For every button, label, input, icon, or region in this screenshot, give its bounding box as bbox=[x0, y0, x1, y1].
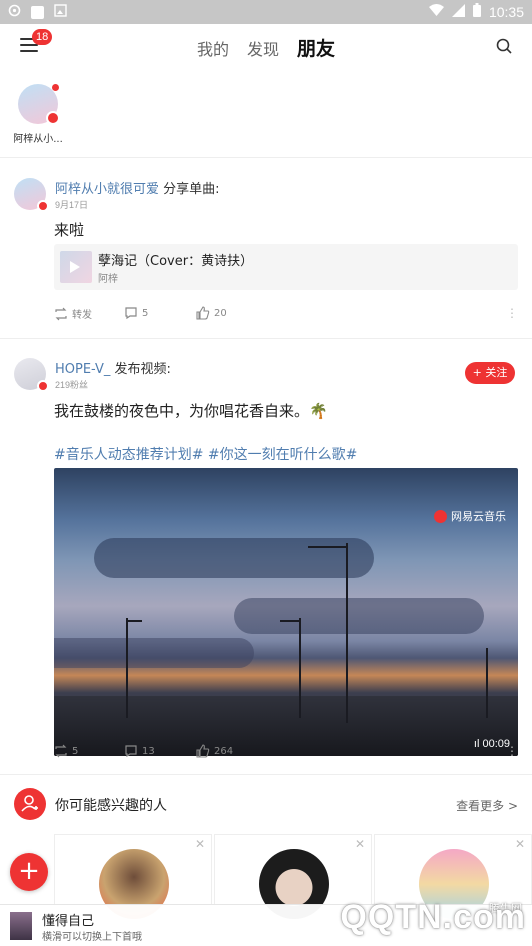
comment-count: 5 bbox=[142, 307, 149, 319]
video-watermark: 网易云音乐 bbox=[434, 508, 506, 524]
close-icon[interactable]: ✕ bbox=[355, 837, 365, 851]
post-author[interactable]: HOPE-V_ 发布视频: bbox=[55, 358, 171, 377]
battery-icon bbox=[472, 3, 481, 21]
netease-notification-icon bbox=[8, 4, 21, 21]
play-icon[interactable] bbox=[70, 261, 80, 273]
post-action-text: 发布视频: bbox=[110, 362, 171, 377]
player-song-title: 懂得自己 bbox=[42, 914, 95, 929]
comment-icon bbox=[125, 745, 137, 758]
follow-button[interactable]: + 关注 bbox=[465, 362, 515, 384]
search-icon[interactable] bbox=[496, 38, 512, 54]
video-lamp-pole bbox=[346, 543, 348, 723]
wifi-icon bbox=[428, 3, 444, 21]
like-button[interactable]: 264 bbox=[196, 744, 233, 758]
video-player[interactable]: 网易云音乐 ıl 00:09 bbox=[54, 468, 518, 756]
netease-logo-icon bbox=[434, 509, 447, 523]
post-text: 我在鼓楼的夜色中，为你唱花香自来。🌴 bbox=[54, 402, 328, 420]
recommend-title: 你可能感兴趣的人 bbox=[55, 798, 167, 814]
top-navigation: 18 我的 发现 朋友 bbox=[0, 24, 532, 68]
thumbs-up-icon bbox=[196, 744, 210, 758]
comment-button[interactable]: 13 bbox=[124, 744, 155, 758]
repost-label: 转发 bbox=[72, 310, 92, 321]
video-lamp-arm bbox=[126, 620, 142, 622]
tab-bar: 我的 发现 朋友 bbox=[0, 34, 532, 61]
video-brand-text: 网易云音乐 bbox=[451, 510, 506, 523]
add-post-button[interactable]: + bbox=[10, 853, 48, 891]
author-name[interactable]: HOPE-V_ bbox=[55, 362, 110, 377]
video-lamp-arm bbox=[280, 620, 300, 622]
video-cloud bbox=[234, 598, 484, 634]
follower-count: 219粉丝 bbox=[55, 380, 89, 390]
video-lamp-pole bbox=[126, 618, 128, 718]
player-hint: 横滑可以切换上下首哦 bbox=[42, 932, 142, 943]
repost-icon bbox=[55, 744, 67, 758]
feed-post-video: HOPE-V_ 发布视频: 219粉丝 + 关注 我在鼓楼的夜色中，为你唱花香自… bbox=[0, 340, 532, 770]
shared-song-card[interactable]: 孽海记（Cover：黄诗扶） 阿梓 bbox=[54, 244, 518, 290]
repost-button[interactable]: 5 bbox=[54, 744, 78, 758]
image-notification-icon bbox=[54, 4, 67, 21]
story-name: 阿梓从小... bbox=[13, 134, 63, 145]
status-bar: 10:35 bbox=[0, 0, 532, 24]
song-title: 孽海记（Cover：黄诗扶） bbox=[98, 254, 254, 269]
divider bbox=[0, 338, 532, 339]
like-count: 20 bbox=[214, 307, 227, 319]
post-actions: 5 13 264 ⋮ bbox=[54, 744, 518, 762]
story-item[interactable]: 阿梓从小... bbox=[12, 84, 64, 145]
view-more-link[interactable]: 查看更多 > bbox=[456, 797, 518, 814]
like-button[interactable]: 20 bbox=[196, 306, 227, 320]
post-author[interactable]: 阿梓从小就很可爱 分享单曲: bbox=[55, 178, 220, 197]
like-count: 264 bbox=[214, 745, 234, 757]
video-cloud bbox=[94, 538, 374, 578]
netease-badge-icon bbox=[37, 380, 49, 392]
post-actions: 转发 5 20 ⋮ bbox=[54, 306, 518, 324]
divider bbox=[0, 774, 532, 775]
tab-discover[interactable]: 发现 bbox=[247, 36, 279, 60]
signal-icon bbox=[451, 3, 465, 21]
site-watermark: QQTN.com bbox=[340, 898, 526, 936]
repost-button[interactable]: 转发 bbox=[54, 306, 92, 321]
post-hashtags[interactable]: #音乐人动态推荐计划# #你这一刻在听什么歌# bbox=[54, 444, 357, 464]
tab-friends[interactable]: 朋友 bbox=[297, 34, 335, 61]
avatar[interactable] bbox=[14, 178, 49, 212]
more-options-icon[interactable]: ⋮ bbox=[506, 306, 518, 320]
album-thumbnail bbox=[10, 912, 32, 940]
tab-mine[interactable]: 我的 bbox=[197, 36, 229, 60]
song-artist: 阿梓 bbox=[98, 274, 118, 285]
video-cloud bbox=[54, 638, 254, 668]
avatar[interactable] bbox=[14, 358, 49, 392]
more-options-icon[interactable]: ⋮ bbox=[506, 744, 518, 758]
post-action-text: 分享单曲: bbox=[159, 182, 220, 197]
author-name[interactable]: 阿梓从小就很可爱 bbox=[55, 182, 159, 197]
close-icon[interactable]: ✕ bbox=[515, 837, 525, 851]
post-text: 来啦 bbox=[54, 221, 85, 239]
netease-badge-icon bbox=[37, 200, 49, 212]
comment-icon bbox=[125, 307, 137, 320]
unread-dot bbox=[52, 84, 59, 91]
feed-post-share-song: 阿梓从小就很可爱 分享单曲: 9月17日 来啦 孽海记（Cover：黄诗扶） 阿… bbox=[0, 160, 532, 336]
add-friend-icon bbox=[14, 788, 46, 820]
netease-badge-icon bbox=[46, 111, 60, 125]
repost-count: 5 bbox=[72, 745, 79, 757]
thumbs-up-icon bbox=[196, 306, 210, 320]
status-time: 10:35 bbox=[488, 4, 524, 20]
video-lamp-pole bbox=[299, 618, 301, 718]
video-lamp-pole bbox=[486, 648, 488, 718]
repost-icon bbox=[55, 307, 67, 320]
comment-count: 13 bbox=[142, 745, 155, 757]
post-date: 9月17日 bbox=[55, 200, 89, 210]
video-lamp-arm bbox=[308, 546, 348, 548]
friend-stories-row: 阿梓从小... bbox=[0, 80, 532, 158]
notification-square-icon bbox=[31, 6, 44, 19]
comment-button[interactable]: 5 bbox=[124, 306, 148, 320]
avatar bbox=[18, 84, 60, 125]
close-icon[interactable]: ✕ bbox=[195, 837, 205, 851]
